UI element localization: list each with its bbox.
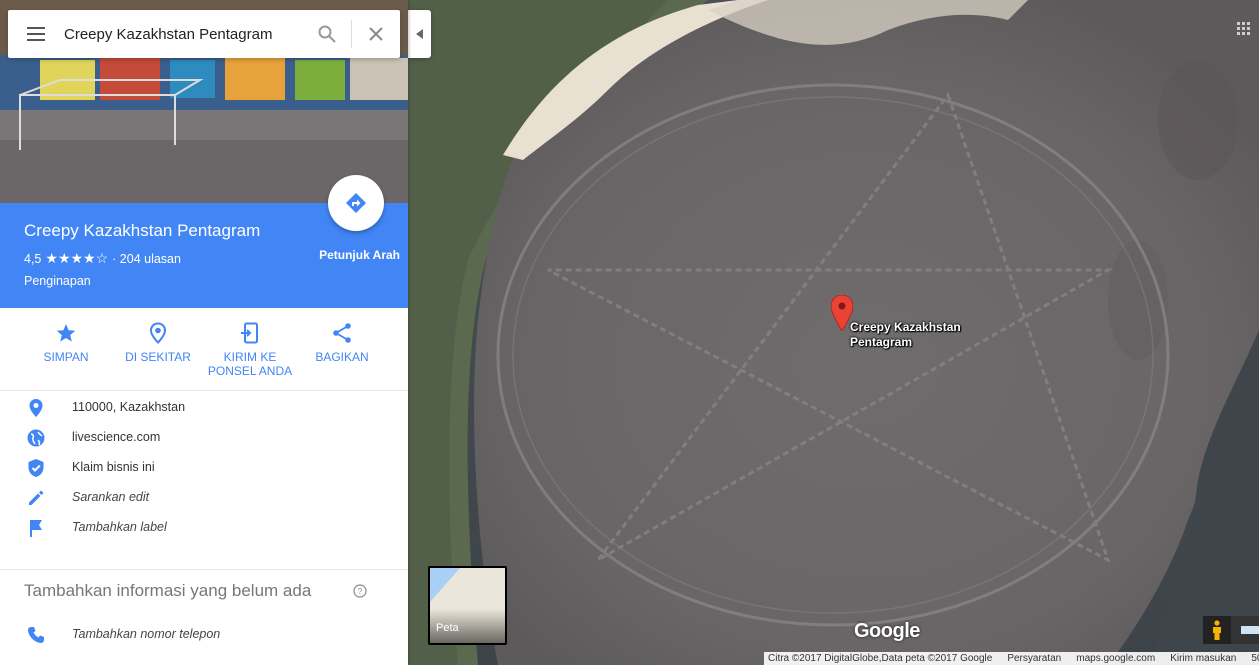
minimap-label: Peta <box>436 622 459 634</box>
phone-icon <box>28 627 44 643</box>
info-add-label[interactable]: Tambahkan label <box>0 512 408 542</box>
place-category[interactable]: Penginapan <box>24 274 91 288</box>
star-icon <box>56 324 76 342</box>
apps-grid-icon[interactable] <box>1237 22 1251 36</box>
menu-icon[interactable] <box>8 10 64 58</box>
search-icon[interactable] <box>303 10 351 58</box>
footer-terms-link[interactable]: Persyaratan <box>1007 653 1061 664</box>
share-button[interactable]: BAGIKAN <box>298 322 386 364</box>
svg-text:?: ? <box>358 587 363 596</box>
search-input[interactable] <box>64 10 303 58</box>
google-logo: Google <box>854 620 920 642</box>
section-divider <box>0 569 408 570</box>
street-view-pegman-button[interactable] <box>1203 616 1231 644</box>
footer-feedback-link[interactable]: Kirim masukan <box>1170 653 1236 664</box>
map-footer: Citra ©2017 DigitalGlobe,Data peta ©2017… <box>764 652 1259 665</box>
send-to-phone-icon <box>241 322 258 344</box>
nearby-icon <box>149 322 167 344</box>
search-box <box>8 10 400 58</box>
rating-row[interactable]: 4,5 ★★★★☆ · 204 ulasan <box>24 250 181 267</box>
pin-label[interactable]: Creepy Kazakhstan Pentagram <box>850 320 961 350</box>
help-icon[interactable]: ? <box>353 584 367 598</box>
info-website[interactable]: livescience.com <box>0 422 408 452</box>
directions-icon <box>346 193 366 213</box>
directions-button[interactable] <box>328 175 384 231</box>
share-icon <box>333 323 351 343</box>
add-phone-row[interactable]: Tambahkan nomor telepon <box>0 622 408 648</box>
flag-icon <box>30 520 42 537</box>
rating-stars: ★★★★☆ <box>45 250 109 266</box>
pegman-icon <box>1213 620 1221 640</box>
collapse-panel-button[interactable] <box>408 10 431 58</box>
verified-shield-icon <box>28 459 44 477</box>
info-claim-business[interactable]: Klaim bisnis ini <box>0 452 408 482</box>
globe-icon <box>27 429 45 447</box>
caret-left-icon <box>415 29 423 39</box>
pencil-icon <box>29 490 44 505</box>
action-bar: SIMPAN DI SEKITAR KIRIM KE PONSEL ANDA B… <box>0 308 408 391</box>
place-title: Creepy Kazakhstan Pentagram <box>24 221 261 240</box>
map-type-toggle[interactable]: Peta <box>428 566 507 645</box>
info-address[interactable]: 110000, Kazakhstan <box>0 392 408 422</box>
missing-info-title: Tambahkan informasi yang belum ada <box>24 581 312 600</box>
imagery-strip[interactable] <box>1231 616 1259 644</box>
rating-value: 4,5 <box>24 251 42 266</box>
save-button[interactable]: SIMPAN <box>22 322 110 364</box>
place-info-list: 110000, Kazakhstan livescience.com Klaim… <box>0 392 408 542</box>
footer-copyright: Citra ©2017 DigitalGlobe,Data peta ©2017… <box>768 653 993 664</box>
footer-scale: 50 <box>1251 653 1259 664</box>
satellite-imagery[interactable] <box>408 0 1259 665</box>
location-pin-icon <box>29 399 43 417</box>
google-maps-app: Creepy Kazakhstan Pentagram Peta Google … <box>0 0 1259 665</box>
send-to-phone-button[interactable]: KIRIM KE PONSEL ANDA <box>206 322 294 378</box>
directions-label[interactable]: Petunjuk Arah <box>300 248 400 262</box>
footer-url-link[interactable]: maps.google.com <box>1076 653 1155 664</box>
satellite-map[interactable]: Creepy Kazakhstan Pentagram Peta Google … <box>408 0 1259 665</box>
review-count[interactable]: · 204 ulasan <box>112 252 181 266</box>
info-suggest-edit[interactable]: Sarankan edit <box>0 482 408 512</box>
close-icon[interactable] <box>352 10 400 58</box>
minimap-water <box>430 568 460 602</box>
place-header: Creepy Kazakhstan Pentagram 4,5 ★★★★☆ · … <box>0 175 408 308</box>
nearby-button[interactable]: DI SEKITAR <box>114 322 202 364</box>
place-side-panel: Creepy Kazakhstan Pentagram 4,5 ★★★★☆ · … <box>0 0 408 665</box>
